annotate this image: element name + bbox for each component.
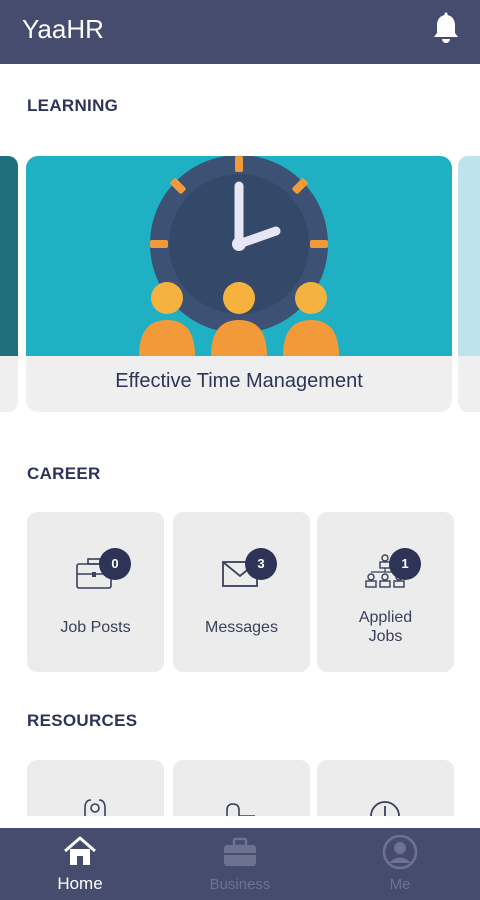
course-title: Effective Time Management (115, 370, 363, 392)
previous-course-card[interactable] (0, 156, 18, 412)
applied-jobs-label: Applied Jobs (325, 608, 446, 646)
career-section-title: CAREER (27, 464, 101, 483)
nav-business-label: Business (209, 876, 271, 893)
applied-jobs-badge: 1 (389, 548, 421, 580)
bottom-navigation: Home Business Me (0, 828, 480, 900)
messages-badge: 3 (245, 548, 277, 580)
nav-home-label: Home (57, 874, 103, 893)
app-header: YaaHR (0, 0, 480, 64)
document-icon (226, 803, 255, 816)
stethoscope-icon (84, 799, 106, 816)
clock-history-icon (370, 801, 400, 816)
briefcase-icon (224, 837, 256, 866)
nav-me[interactable]: Me (320, 828, 480, 900)
home-icon (64, 836, 96, 865)
messages-tile[interactable]: 3 Messages (173, 512, 310, 672)
applied-jobs-label-line1: Applied (358, 609, 413, 626)
time-management-illustration (139, 156, 339, 356)
resource-tile-health[interactable] (27, 760, 164, 816)
messages-label: Messages (205, 619, 278, 636)
resource-tile-documents[interactable] (173, 760, 310, 816)
resources-section-title: RESOURCES (27, 711, 138, 730)
resource-tile-timesheet[interactable] (317, 760, 454, 816)
learning-section-title: LEARNING (27, 96, 119, 115)
user-icon (382, 834, 418, 870)
nav-me-label: Me (389, 876, 411, 893)
job-posts-label: Job Posts (60, 619, 131, 636)
featured-course-card[interactable]: Effective Time Management (26, 156, 452, 412)
nav-business[interactable]: Business (160, 828, 320, 900)
job-posts-tile[interactable]: 0 Job Posts (27, 512, 164, 672)
course-illustration (26, 156, 452, 356)
next-course-card[interactable] (458, 156, 480, 412)
applied-jobs-label-line2: Jobs (368, 628, 403, 645)
bell-icon[interactable] (430, 12, 462, 46)
app-title: YaaHR (22, 14, 104, 44)
job-posts-badge: 0 (99, 548, 131, 580)
learning-carousel[interactable]: Effective Time Management (0, 156, 480, 412)
nav-home[interactable]: Home (0, 828, 160, 900)
applied-jobs-tile[interactable]: 1 Applied Jobs (317, 512, 454, 672)
